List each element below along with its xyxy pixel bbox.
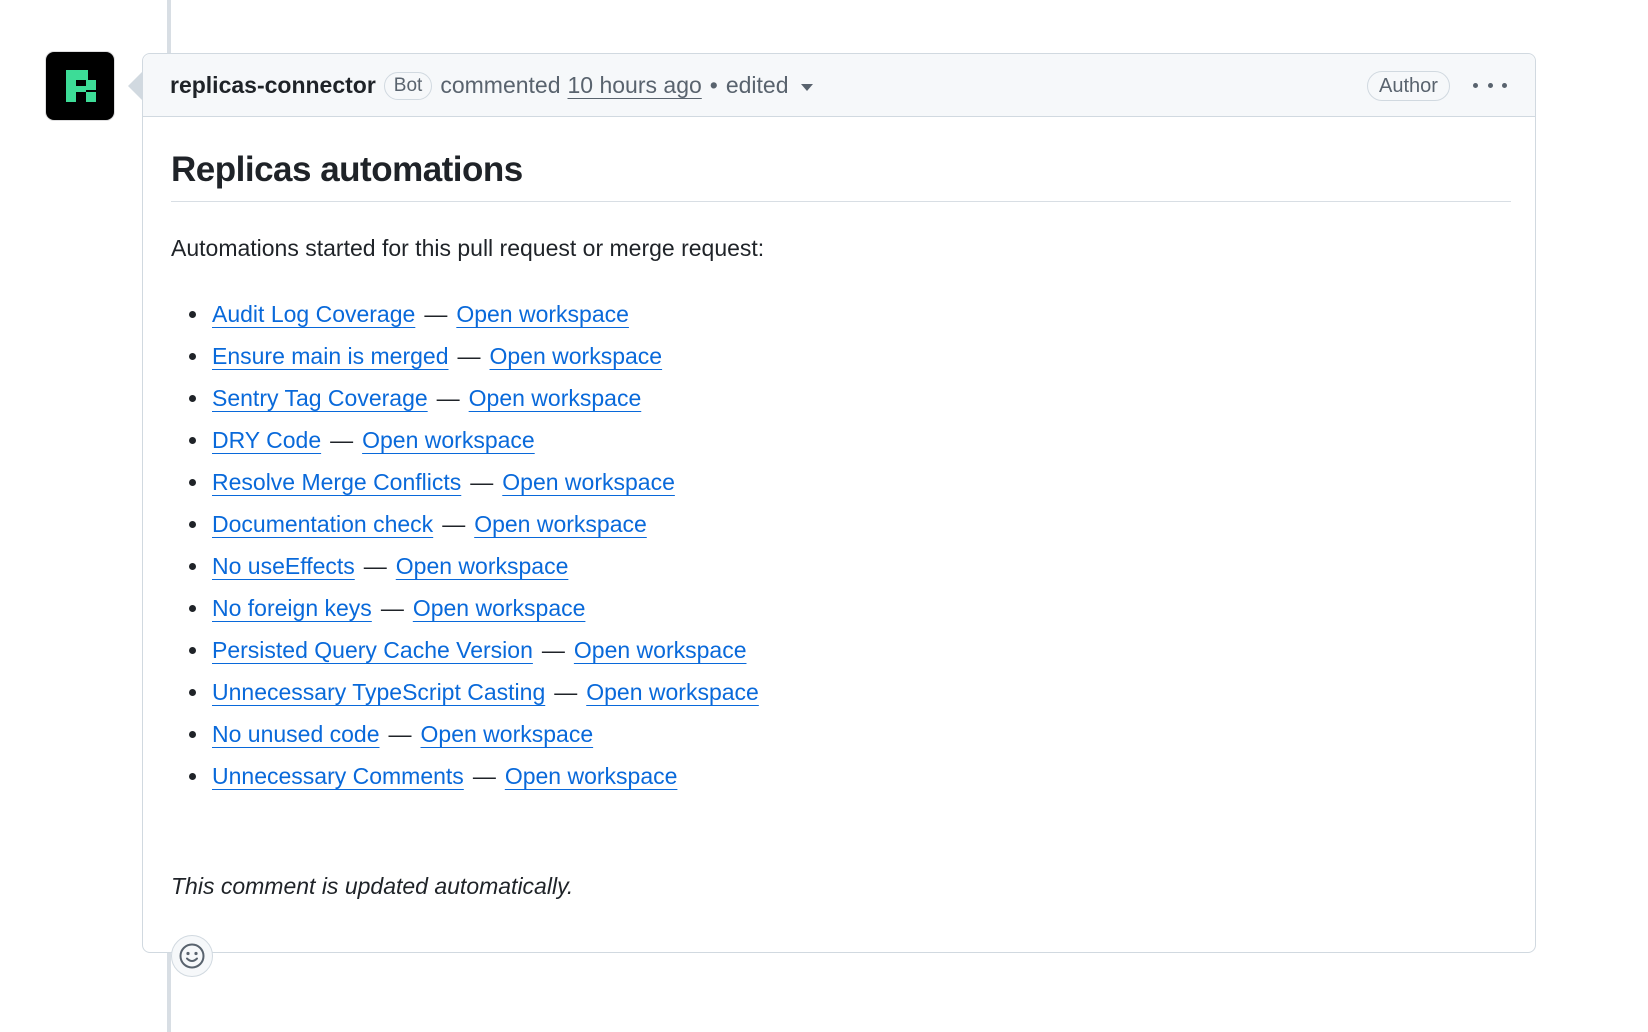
automation-item: No useEffects — Open workspace [171,545,759,587]
list-bullet [189,731,196,738]
automation-name-link[interactable]: Audit Log Coverage [212,301,415,327]
automation-name-link[interactable]: No foreign keys [212,595,372,621]
open-workspace-link[interactable]: Open workspace [396,553,569,579]
automation-name-link[interactable]: Resolve Merge Conflicts [212,469,461,495]
open-workspace-link[interactable]: Open workspace [456,301,629,327]
edited-label: edited [725,72,789,98]
timestamp-link[interactable]: 10 hours ago [568,72,702,99]
em-dash: — [541,637,565,663]
automation-item: No foreign keys — Open workspace [171,587,759,629]
open-workspace-link[interactable]: Open workspace [413,595,586,621]
list-bullet [189,437,196,444]
em-dash: — [457,343,481,369]
em-dash: — [424,301,448,327]
edited-history-dropdown[interactable]: edited [726,72,813,99]
automation-name-link[interactable]: DRY Code [212,427,321,453]
em-dash: — [363,553,387,579]
comment-header: replicas-connector Bot commented 10 hour… [143,54,1535,117]
body-heading: Replicas automations [171,150,523,189]
automation-name-link[interactable]: Documentation check [212,511,433,537]
automation-name-link[interactable]: Sentry Tag Coverage [212,385,428,411]
automation-item: Unnecessary TypeScript Casting — Open work… [171,671,759,713]
avatar[interactable] [46,52,114,120]
action-text: commented [440,72,561,98]
footer-note: This comment is updated automatically. [171,873,574,899]
open-workspace-link[interactable]: Open workspace [586,679,759,705]
open-workspace-link[interactable]: Open workspace [362,427,535,453]
comment-pointer [128,72,142,100]
comment-card: replicas-connector Bot commented 10 hour… [142,53,1536,977]
automation-item: Persisted Query Cache Version — Open works… [171,629,759,671]
heading-divider [171,201,1511,202]
open-workspace-link[interactable]: Open workspace [490,343,663,369]
automation-item: Ensure main is merged — Open workspace [171,335,759,377]
automation-item: Documentation check — Open workspace [171,503,759,545]
automation-item: DRY Code — Open workspace [171,419,759,461]
list-bullet [189,689,196,696]
list-bullet [189,311,196,318]
em-dash: — [470,469,494,495]
list-bullet [189,647,196,654]
em-dash: — [554,679,578,705]
em-dash: — [442,511,466,537]
automation-name-link[interactable]: Ensure main is merged [212,343,449,369]
kebab-dot [1487,82,1493,88]
automation-item: Resolve Merge Conflicts — Open workspace [171,461,759,503]
automation-name-link[interactable]: Unnecessary TypeScript Casting [212,679,545,705]
open-workspace-link[interactable]: Open workspace [502,469,675,495]
automation-name-link[interactable]: No unused code [212,721,380,747]
em-dash: — [436,385,460,411]
list-bullet [189,353,196,360]
automation-list: Audit Log Coverage — Open workspace Ensure … [171,293,759,797]
open-workspace-link[interactable]: Open workspace [469,385,642,411]
list-bullet [189,605,196,612]
separator-dot: • [709,72,718,98]
em-dash: — [380,595,404,621]
list-bullet [189,521,196,528]
bot-badge: Bot [383,71,433,100]
author-badge: Author [1367,71,1450,101]
automation-name-link[interactable]: Unnecessary Comments [212,763,464,789]
open-workspace-link[interactable]: Open workspace [505,763,678,789]
em-dash: — [472,763,496,789]
list-bullet [189,395,196,402]
kebab-dot [1502,82,1507,88]
automation-item: Audit Log Coverage — Open workspace [171,293,759,335]
automation-item: Unnecessary Comments — Open workspace [171,755,759,797]
kebab-dot [1473,82,1478,88]
automation-name-link[interactable]: No useEffects [212,553,355,579]
triangle-down-icon [800,84,813,91]
automation-name-link[interactable]: Persisted Query Cache Version [212,637,533,663]
open-workspace-link[interactable]: Open workspace [474,511,647,537]
smiley-icon [179,943,205,969]
em-dash: — [330,427,354,453]
intro-text: Automations started for this pull reques… [171,235,765,261]
author-name-link[interactable]: replicas-connector [170,72,376,99]
open-workspace-link[interactable]: Open workspace [574,637,747,663]
open-workspace-link[interactable]: Open workspace [421,721,594,747]
list-bullet [189,563,196,570]
automation-item: No unused code — Open workspace [171,713,759,755]
em-dash: — [388,721,412,747]
list-bullet [189,479,196,486]
add-reaction-button[interactable] [171,935,213,977]
automation-item: Sentry Tag Coverage — Open workspace [171,377,759,419]
comment-options-button[interactable] [1473,78,1507,92]
list-bullet [189,773,196,780]
